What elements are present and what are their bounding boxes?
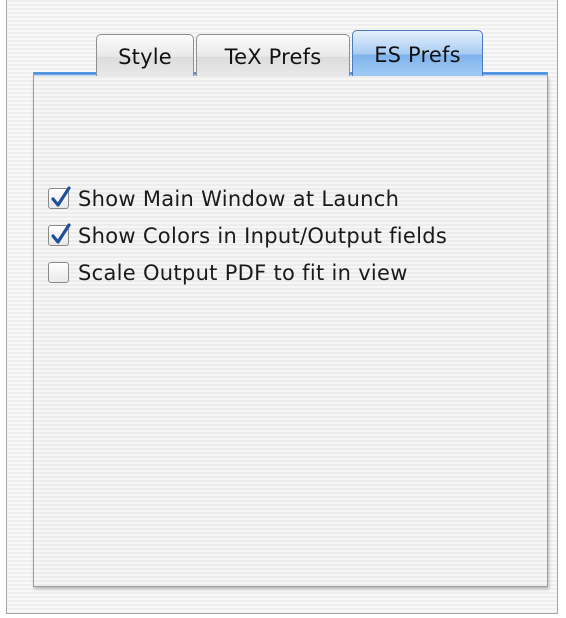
scale-output-pdf-label: Scale Output PDF to fit in view: [78, 260, 408, 285]
tab-content-panel: [33, 76, 548, 587]
show-colors-checkbox[interactable]: [48, 223, 71, 246]
checkmark-icon: [51, 186, 71, 207]
tab-bar: Style TeX Prefs ES Prefs: [96, 30, 485, 78]
checkmark-icon: [51, 223, 71, 244]
scale-output-pdf-checkbox[interactable]: [48, 262, 69, 283]
tab-style-label: Style: [118, 44, 172, 69]
show-main-window-label: Show Main Window at Launch: [78, 186, 400, 211]
show-main-window-checkbox[interactable]: [48, 186, 71, 209]
tab-tex-prefs-label: TeX Prefs: [224, 44, 322, 69]
tab-tex-prefs[interactable]: TeX Prefs: [196, 34, 350, 78]
show-colors-label: Show Colors in Input/Output fields: [78, 223, 448, 248]
options-list: Show Main Window at Launch Show Colors i…: [48, 180, 447, 291]
tab-es-prefs[interactable]: ES Prefs: [352, 30, 483, 78]
option-scale-output-pdf[interactable]: Scale Output PDF to fit in view: [48, 254, 447, 291]
tab-es-prefs-label: ES Prefs: [374, 42, 461, 67]
tab-style[interactable]: Style: [96, 34, 194, 78]
option-show-main-window[interactable]: Show Main Window at Launch: [48, 180, 447, 217]
option-show-colors[interactable]: Show Colors in Input/Output fields: [48, 217, 447, 254]
